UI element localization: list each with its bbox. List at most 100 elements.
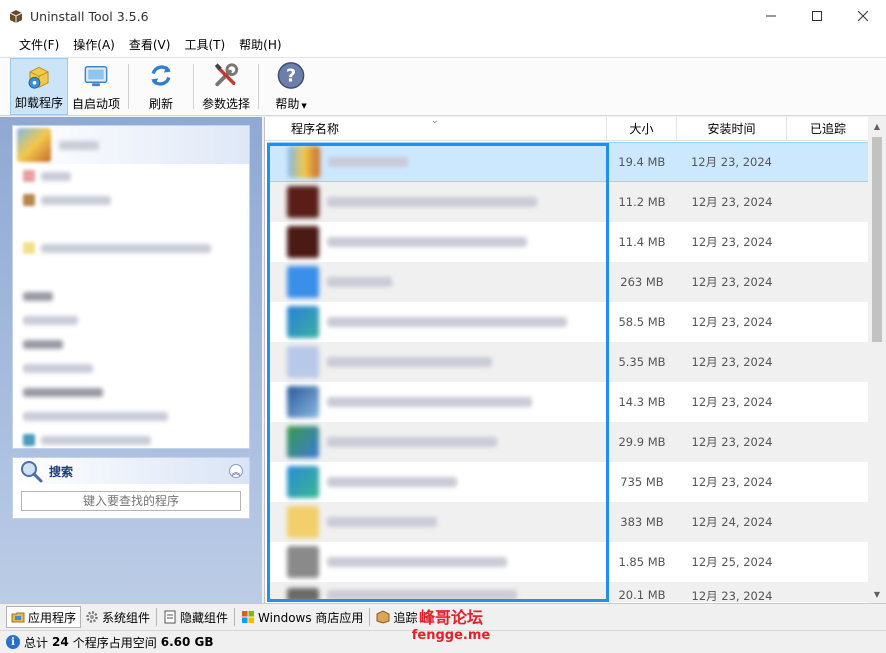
uninstall-button[interactable]: 卸载程序 [10, 58, 69, 115]
hidden-doc-icon [164, 610, 176, 624]
refresh-button[interactable]: 刷新 [133, 58, 189, 115]
help-button[interactable]: ? 帮助 ▼ [263, 58, 319, 115]
category-item[interactable] [13, 284, 249, 308]
program-date: 12月 23, 2024 [691, 395, 773, 409]
program-name-blurred [327, 477, 457, 487]
refresh-icon [151, 65, 171, 86]
program-icon [287, 186, 319, 218]
scroll-down-icon[interactable]: ▼ [868, 585, 886, 603]
column-traced-header[interactable]: 已追踪 [787, 117, 869, 140]
table-row[interactable]: 58.5 MB 12月 23, 2024 [267, 302, 869, 342]
menu-help[interactable]: 帮助(H) [232, 32, 288, 58]
status-bar: i 总计 24 个程序占用空间 6.60 GB [0, 630, 886, 653]
category-item[interactable] [13, 212, 249, 236]
table-row[interactable]: 263 MB 12月 23, 2024 [267, 262, 869, 302]
table-row[interactable]: 19.4 MB 12月 23, 2024 [267, 142, 869, 182]
close-button[interactable] [840, 0, 886, 32]
program-name-blurred [327, 197, 537, 207]
program-icon [287, 546, 319, 578]
traced-box-icon [376, 610, 390, 624]
category-panel [12, 125, 250, 449]
program-name-blurred [327, 237, 527, 247]
program-size: 11.4 MB [618, 235, 666, 249]
column-date-header[interactable]: 安装时间 [677, 117, 787, 140]
program-icon [287, 426, 319, 458]
category-item[interactable] [13, 428, 249, 452]
program-date: 12月 23, 2024 [691, 275, 773, 289]
search-input[interactable] [21, 491, 241, 511]
program-name-blurred [327, 317, 567, 327]
table-row[interactable]: 735 MB 12月 23, 2024 [267, 462, 869, 502]
table-row[interactable]: 20.1 MB 12月 23, 2024 [267, 582, 869, 602]
program-name-blurred [327, 437, 497, 447]
tab-traced[interactable]: 追踪 [372, 606, 421, 628]
help-icon: ? [277, 62, 305, 89]
minimize-button[interactable] [748, 0, 794, 32]
tools-icon [214, 63, 239, 87]
program-name-blurred [327, 277, 392, 287]
category-item[interactable] [13, 332, 249, 356]
category-item[interactable] [13, 380, 249, 404]
program-date: 12月 23, 2024 [690, 155, 772, 169]
column-name-header[interactable]: ⌄ 程序名称 [265, 116, 607, 140]
scroll-thumb[interactable] [872, 137, 882, 342]
tab-hidden[interactable]: 隐藏组件 [159, 606, 232, 628]
table-row[interactable]: 11.4 MB 12月 23, 2024 [267, 222, 869, 262]
program-list: ⌄ 程序名称 大小 安装时间 已追踪 19.4 MB 12月 23, 2024 … [264, 116, 886, 603]
magnifier-icon [21, 461, 43, 483]
collapse-chevron-icon[interactable]: ︽ [229, 464, 243, 478]
search-panel: 搜索 ︽ [12, 457, 250, 519]
uninstall-icon [28, 66, 49, 89]
program-name-blurred [327, 557, 507, 567]
table-row[interactable]: 14.3 MB 12月 23, 2024 [267, 382, 869, 422]
program-date: 12月 23, 2024 [691, 195, 773, 209]
table-row[interactable]: 383 MB 12月 24, 2024 [267, 502, 869, 542]
menu-action[interactable]: 操作(A) [66, 32, 122, 58]
program-icon [287, 588, 319, 602]
scroll-up-icon[interactable]: ▲ [868, 117, 886, 135]
program-icon [287, 386, 319, 418]
program-icon [287, 266, 319, 298]
category-item[interactable] [13, 188, 249, 212]
menu-file[interactable]: 文件(F) [12, 32, 66, 58]
vertical-scrollbar[interactable]: ▲ ▼ [868, 117, 886, 603]
search-header: 搜索 ︽ [13, 458, 249, 484]
status-prefix: 总计 [24, 635, 49, 650]
tab-store-apps[interactable]: Windows 商店应用 [237, 606, 367, 628]
program-size: 383 MB [620, 515, 664, 529]
category-header[interactable] [13, 126, 249, 164]
program-icon [287, 466, 319, 498]
program-date: 12月 23, 2024 [691, 435, 773, 449]
category-item[interactable] [13, 260, 249, 284]
settings-button[interactable]: 参数选择 [198, 58, 254, 115]
table-row[interactable]: 1.85 MB 12月 25, 2024 [267, 542, 869, 582]
category-item[interactable] [13, 356, 249, 380]
program-date: 12月 23, 2024 [691, 589, 773, 602]
program-size: 19.4 MB [618, 155, 666, 169]
category-item[interactable] [13, 404, 249, 428]
help-label: 帮助 [275, 97, 300, 111]
apps-folder-icon [11, 612, 25, 623]
category-item[interactable] [13, 308, 249, 332]
dropdown-caret-icon: ▼ [301, 102, 307, 110]
category-item[interactable] [13, 236, 249, 260]
category-item[interactable] [13, 164, 249, 188]
menu-view[interactable]: 查看(V) [122, 32, 178, 58]
table-row[interactable]: 29.9 MB 12月 23, 2024 [267, 422, 869, 462]
table-row[interactable]: 5.35 MB 12月 23, 2024 [267, 342, 869, 382]
tab-system[interactable]: 系统组件 [81, 606, 154, 628]
svg-text:?: ? [286, 66, 296, 86]
info-icon: i [6, 635, 20, 649]
program-size: 735 MB [620, 475, 664, 489]
autostart-icon [84, 66, 108, 87]
autostart-button[interactable]: 自启动项 [68, 58, 124, 115]
menu-tools[interactable]: 工具(T) [177, 32, 232, 58]
status-total-size: 6.60 GB [160, 635, 214, 649]
status-middle: 个程序占用空间 [72, 635, 157, 650]
program-icon [288, 146, 320, 178]
table-row[interactable]: 11.2 MB 12月 23, 2024 [267, 182, 869, 222]
maximize-button[interactable] [794, 0, 840, 32]
tab-apps[interactable]: 应用程序 [6, 606, 82, 628]
column-size-header[interactable]: 大小 [607, 117, 677, 140]
menu-bar: 文件(F) 操作(A) 查看(V) 工具(T) 帮助(H) [0, 32, 886, 58]
